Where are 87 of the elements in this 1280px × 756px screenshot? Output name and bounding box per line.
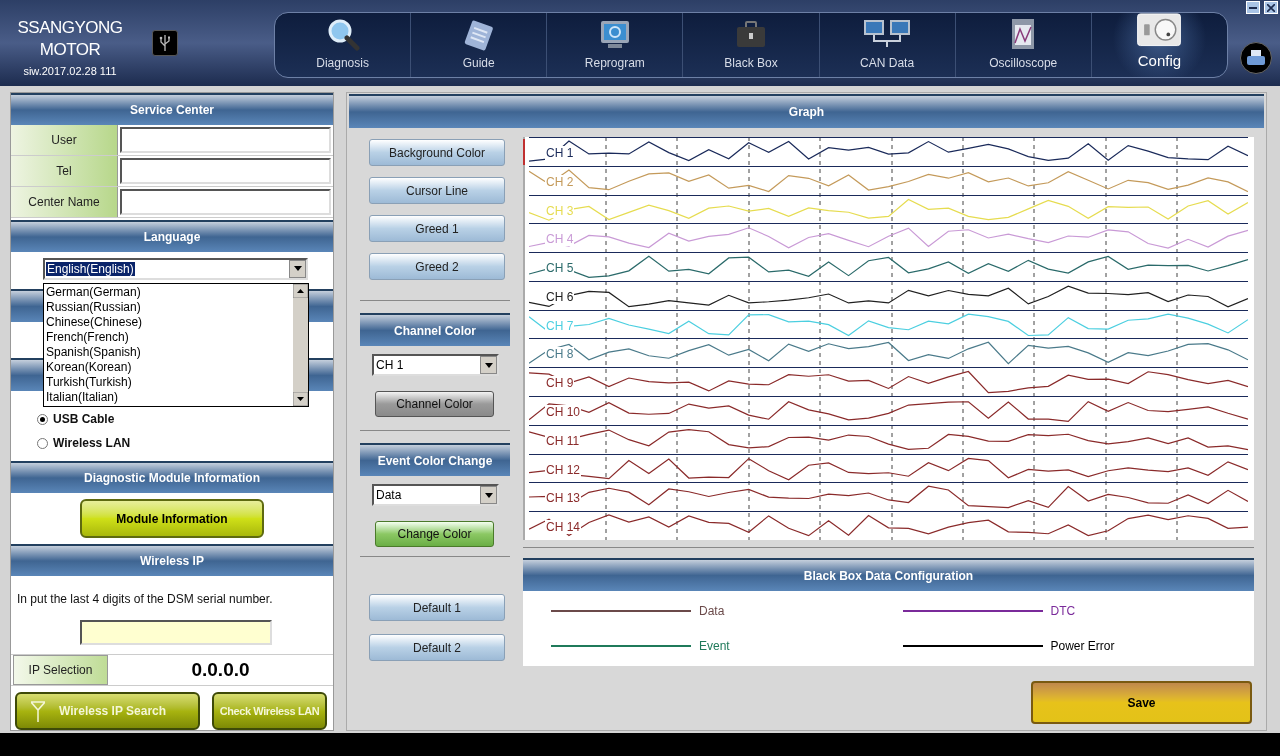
cursor-marker[interactable] bbox=[523, 139, 525, 165]
dropdown-arrow-button[interactable] bbox=[480, 486, 497, 504]
list-item[interactable]: Turkish(Turkish) bbox=[46, 375, 293, 391]
channel-label: CH 12 bbox=[545, 462, 581, 477]
section-header: Channel Color bbox=[360, 313, 510, 346]
graph-option-button[interactable]: Default 2 bbox=[369, 634, 505, 661]
nav-tab[interactable]: Reprogram bbox=[546, 13, 683, 77]
list-item[interactable]: Korean(Korean) bbox=[46, 360, 293, 376]
radio-option[interactable]: USB Cable bbox=[11, 407, 333, 432]
legend-label: DTC bbox=[1050, 603, 1076, 620]
scroll-up-icon[interactable] bbox=[293, 284, 308, 299]
ip-address: 0.0.0.0 bbox=[190, 657, 251, 682]
channel-label: CH 11 bbox=[545, 433, 581, 448]
caret-icon bbox=[293, 266, 302, 272]
graph-option-button[interactable]: Default 1 bbox=[369, 594, 505, 621]
list-item[interactable]: Spanish(Spanish) bbox=[46, 345, 293, 361]
list-item[interactable]: Russian(Russian) bbox=[46, 300, 293, 316]
antenna-icon bbox=[31, 699, 45, 722]
field-label: Center Name bbox=[11, 187, 118, 218]
nav-tab[interactable]: Oscilloscope bbox=[954, 13, 1091, 77]
usb-button[interactable] bbox=[152, 30, 178, 56]
printer-icon bbox=[1246, 50, 1266, 66]
channel-label: CH 13 bbox=[545, 491, 581, 506]
channel-color-button[interactable]: Channel Color bbox=[375, 391, 494, 417]
change-color-button[interactable]: Change Color bbox=[375, 521, 494, 547]
close-icon bbox=[1267, 3, 1275, 12]
close-button[interactable] bbox=[1264, 1, 1278, 14]
nav-tab[interactable]: CAN Data bbox=[818, 13, 955, 77]
ip-selection-label: IP Selection bbox=[13, 654, 108, 685]
scroll-down-icon[interactable] bbox=[293, 392, 308, 407]
legend-label: Event bbox=[699, 638, 730, 655]
section-header: Language bbox=[11, 220, 333, 253]
caret-icon bbox=[484, 492, 493, 498]
graph-option-button[interactable]: Background Color bbox=[369, 139, 505, 166]
usb-icon bbox=[158, 34, 172, 52]
section-header: Diagnostic Module Information bbox=[11, 461, 333, 494]
channel-select[interactable]: CH 1 bbox=[372, 354, 499, 376]
nav-tab[interactable]: Black Box bbox=[682, 13, 819, 77]
version-label: siw.2017.02.28 111 bbox=[23, 64, 117, 79]
graph-option-button[interactable]: Cursor Line bbox=[369, 177, 505, 204]
list-item[interactable]: French(French) bbox=[46, 330, 293, 346]
text-field[interactable] bbox=[120, 189, 331, 216]
language-dropdown[interactable]: English(English) bbox=[43, 257, 308, 280]
section-header: Service Center bbox=[11, 93, 333, 126]
serial-number-field[interactable] bbox=[80, 619, 272, 645]
caret-icon bbox=[484, 362, 493, 368]
channel-label: CH 3 bbox=[545, 203, 575, 218]
brand-name: SSANGYONG bbox=[17, 17, 123, 39]
list-item[interactable]: German(German) bbox=[46, 285, 293, 301]
radio-option[interactable]: Wireless LAN bbox=[11, 431, 333, 456]
list-item[interactable]: Italian(Italian) bbox=[46, 390, 293, 406]
profile-button[interactable] bbox=[1240, 42, 1272, 74]
dropdown-arrow-button[interactable] bbox=[480, 356, 497, 374]
legend-label: Power Error bbox=[1050, 638, 1115, 655]
section-header: Wireless IP bbox=[11, 543, 333, 576]
channel-label: CH 6 bbox=[545, 289, 575, 304]
channel-label: CH 14 bbox=[545, 520, 581, 535]
section-header: Event Color Change bbox=[360, 443, 510, 476]
section-header: Black Box Data Configuration bbox=[523, 558, 1254, 591]
dropdown-arrow-button[interactable] bbox=[289, 259, 306, 278]
radio-button[interactable] bbox=[37, 437, 48, 449]
nav-tab[interactable]: Diagnosis bbox=[275, 13, 411, 77]
channel-label: CH 4 bbox=[545, 232, 575, 247]
legend-label: Data bbox=[699, 603, 725, 620]
radio-button[interactable] bbox=[37, 413, 48, 425]
channel-label: CH 2 bbox=[545, 174, 575, 189]
minimize-icon bbox=[1249, 6, 1257, 9]
list-item[interactable]: Chinese(Chinese) bbox=[46, 315, 293, 331]
graph-option-button[interactable]: Greed 1 bbox=[369, 215, 505, 242]
field-label: User bbox=[11, 125, 118, 156]
instruction-text: In put the last 4 digits of the DSM serial number. bbox=[16, 590, 274, 608]
channel-label: CH 5 bbox=[545, 261, 575, 276]
brand-name: MOTOR bbox=[39, 39, 101, 61]
graph-option-button[interactable]: Greed 2 bbox=[369, 253, 505, 280]
dial-icon bbox=[1135, 13, 1184, 47]
save-button[interactable]: Save bbox=[1031, 681, 1252, 724]
minimize-button[interactable] bbox=[1246, 1, 1260, 14]
text-field[interactable] bbox=[120, 127, 331, 154]
event-select[interactable]: Data bbox=[372, 484, 499, 506]
channel-label: CH 7 bbox=[545, 318, 575, 333]
section-header: Graph bbox=[349, 94, 1264, 128]
text-field[interactable] bbox=[120, 158, 331, 185]
scrollbar[interactable] bbox=[293, 284, 308, 407]
channel-label: CH 1 bbox=[545, 146, 575, 160]
nav-tab[interactable]: Guide bbox=[410, 13, 547, 77]
module-information-button[interactable]: Module Information bbox=[80, 499, 264, 539]
field-label: Tel bbox=[11, 156, 118, 187]
